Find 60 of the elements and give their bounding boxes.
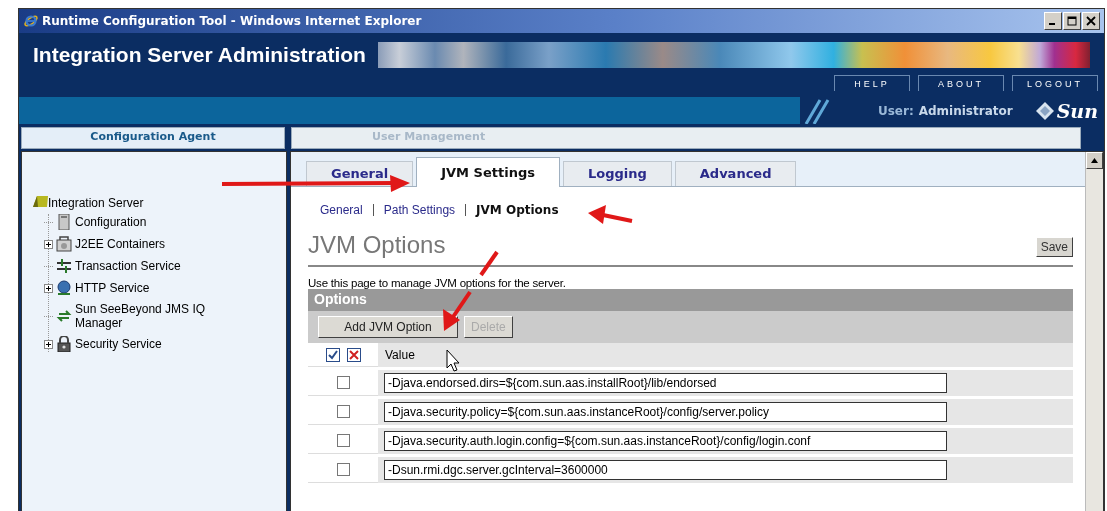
- maximize-button[interactable]: [1063, 12, 1081, 30]
- exchange-icon: [56, 308, 72, 324]
- save-button[interactable]: Save: [1035, 237, 1073, 257]
- maximize-icon: [1067, 16, 1077, 26]
- annotation-arrow: [588, 205, 633, 224]
- scroll-up-icon[interactable]: [1086, 152, 1103, 169]
- arrows-icon: [56, 258, 72, 274]
- value-field[interactable]: -Djava.security.auth.login.config=${com.sun.aas.instanceRoot}/config/login.conf: [384, 431, 947, 451]
- select-all-icon[interactable]: [325, 347, 340, 362]
- tree-item[interactable]: Integration Server: [48, 196, 144, 210]
- page-heading: JVM Options: [308, 231, 446, 259]
- folder-icon: [32, 194, 48, 210]
- header-link[interactable]: HELP: [834, 75, 910, 91]
- checkbox[interactable]: [336, 376, 350, 389]
- page-description: Use this page to manage JVM options for the server.: [308, 277, 567, 289]
- column-header: Value: [378, 343, 1073, 367]
- tab[interactable]: JVM Settings: [416, 157, 560, 187]
- checkbox[interactable]: [336, 405, 350, 418]
- header-link[interactable]: LOGOUT: [1012, 75, 1098, 91]
- window-title: Runtime Configuration Tool - Windows Internet Explorer: [42, 14, 422, 28]
- logo-text: Sun: [1056, 99, 1098, 122]
- document-icon: [56, 214, 72, 230]
- tree-item[interactable]: Transaction Service: [75, 259, 181, 273]
- diamond-logo-icon: [1034, 100, 1055, 121]
- tab[interactable]: Logging: [562, 161, 672, 186]
- checkbox[interactable]: [336, 463, 350, 476]
- user-name: Administrator: [918, 103, 1013, 118]
- tree-item[interactable]: J2EE Containers: [75, 237, 166, 251]
- close-icon: [1086, 16, 1096, 26]
- tree-item[interactable]: HTTP Service: [75, 281, 150, 295]
- globe-icon: [56, 280, 72, 296]
- minimize-icon: [1049, 22, 1055, 25]
- browser-logo-icon: [23, 13, 39, 29]
- expand-icon[interactable]: [44, 283, 53, 293]
- value-field[interactable]: -Djava.security.policy=${com.sun.aas.instanceRoot}/config/server.policy: [384, 402, 947, 422]
- expand-icon[interactable]: [44, 339, 53, 349]
- tree-item[interactable]: Security Service: [75, 337, 162, 351]
- tree-item[interactable]: Sun SeeBeyond JMS IQ Manager: [75, 302, 225, 330]
- add-button[interactable]: Add JVM Option: [318, 316, 458, 338]
- subnav-link[interactable]: General: [320, 203, 363, 217]
- tree-item[interactable]: Configuration: [75, 215, 147, 229]
- deselect-all-icon[interactable]: [346, 347, 361, 362]
- header-link[interactable]: ABOUT: [918, 75, 1004, 91]
- subnav-link[interactable]: Path Settings: [383, 203, 456, 217]
- options-header: Options: [308, 289, 1073, 311]
- tab[interactable]: Advanced: [674, 161, 797, 186]
- user-label: User:: [877, 103, 914, 118]
- subnav-link[interactable]: JVM Options: [476, 203, 559, 217]
- padlock-icon: [56, 336, 72, 352]
- close-button[interactable]: [1082, 12, 1100, 30]
- value-field[interactable]: -Djava.endorsed.dirs=${com.sun.aas.installRoot}/lib/endorsed: [384, 373, 947, 393]
- minimize-button[interactable]: [1044, 12, 1062, 30]
- app-title: Integration Server Administration: [33, 43, 366, 67]
- checkbox[interactable]: [336, 434, 350, 447]
- value-field[interactable]: -Dsun.rmi.dgc.server.gcInterval=3600000: [384, 460, 947, 480]
- scrollbar[interactable]: [1085, 152, 1103, 511]
- expand-icon[interactable]: [44, 239, 53, 249]
- top-tab[interactable]: Configuration Agent: [21, 127, 285, 149]
- container-icon: [56, 236, 72, 252]
- mouse-pointer-icon: [446, 349, 460, 372]
